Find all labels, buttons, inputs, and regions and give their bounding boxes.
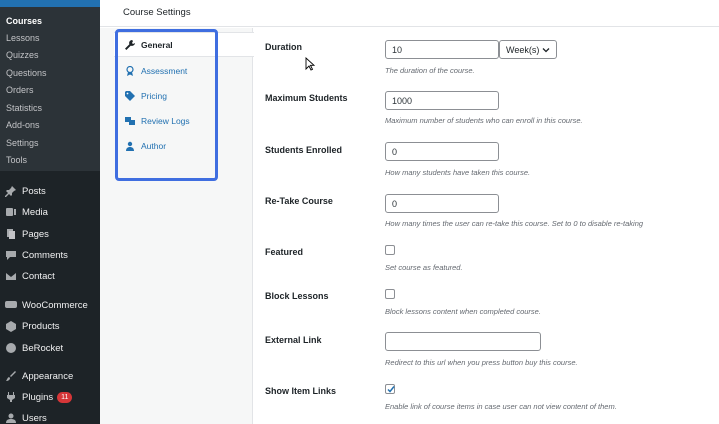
chevron-down-icon xyxy=(542,47,550,52)
menu-item-media[interactable]: Media xyxy=(0,202,100,222)
media-icon xyxy=(0,206,22,218)
duration-description: The duration of the course. xyxy=(385,66,475,75)
submenu-item-quizzes[interactable]: Quizzes xyxy=(6,50,39,60)
tab-review-logs[interactable]: Review Logs xyxy=(114,108,253,133)
retake-description: How many times the user can re-take this… xyxy=(385,219,644,228)
main-content: Course Settings General Assessment Prici… xyxy=(100,0,719,424)
wrench-icon xyxy=(124,39,135,50)
max-students-description: Maximum number of students who can enrol… xyxy=(385,116,583,125)
menu-item-appearance[interactable]: Appearance xyxy=(0,366,100,386)
admin-sidebar: Courses Lessons Quizzes Questions Orders… xyxy=(0,0,100,424)
menu-label: WooCommerce xyxy=(22,299,88,311)
show-item-links-description: Enable link of course items in case user… xyxy=(385,402,617,411)
settings-header: Course Settings xyxy=(100,0,719,27)
menu-label: Contact xyxy=(22,270,55,282)
submenu-item-tools[interactable]: Tools xyxy=(6,155,27,165)
retake-label: Re-Take Course xyxy=(265,196,333,206)
pin-icon xyxy=(0,185,22,197)
author-icon xyxy=(124,140,135,151)
plugin-icon xyxy=(0,391,22,403)
menu-label: Media xyxy=(22,206,48,218)
block-lessons-label: Block Lessons xyxy=(265,291,329,301)
tab-author[interactable]: Author xyxy=(114,133,253,158)
featured-checkbox[interactable] xyxy=(385,245,395,255)
menu-label: Posts xyxy=(22,185,46,197)
mail-icon xyxy=(0,270,22,282)
duration-unit-select[interactable]: Week(s) xyxy=(499,40,557,59)
students-enrolled-input[interactable]: 0 xyxy=(385,142,499,161)
submenu-item-orders[interactable]: Orders xyxy=(6,85,34,95)
menu-item-users[interactable]: Users xyxy=(0,408,100,424)
submenu-item-add-ons[interactable]: Add-ons xyxy=(6,120,40,130)
menu-item-woocommerce[interactable]: WooCommerce xyxy=(0,295,100,315)
submenu-item-lessons[interactable]: Lessons xyxy=(6,33,40,43)
show-item-links-checkbox[interactable] xyxy=(385,384,395,394)
tab-label: General xyxy=(141,39,173,50)
woocommerce-icon xyxy=(0,299,22,311)
comments-icon xyxy=(0,249,22,261)
tab-label: Pricing xyxy=(141,90,167,101)
duration-unit-value: Week(s) xyxy=(506,44,540,55)
menu-item-plugins[interactable]: Plugins 11 xyxy=(0,387,100,407)
submenu-item-courses[interactable]: Courses xyxy=(6,16,42,26)
block-lessons-checkbox[interactable] xyxy=(385,289,395,299)
submenu-item-questions[interactable]: Questions xyxy=(6,68,47,78)
external-link-input[interactable] xyxy=(385,332,541,351)
tab-label: Review Logs xyxy=(141,115,190,126)
menu-item-pages[interactable]: Pages xyxy=(0,224,100,244)
show-item-links-label: Show Item Links xyxy=(265,386,337,396)
tab-assessment[interactable]: Assessment xyxy=(114,58,253,83)
max-students-input[interactable]: 1000 xyxy=(385,91,499,110)
menu-label: Plugins xyxy=(22,391,54,403)
pages-icon xyxy=(0,228,22,240)
brush-icon xyxy=(0,370,22,382)
tab-pricing[interactable]: Pricing xyxy=(114,83,253,108)
award-icon xyxy=(124,65,135,76)
update-count-badge: 11 xyxy=(57,391,73,403)
menu-item-products[interactable]: Products xyxy=(0,316,100,336)
tab-general[interactable]: General xyxy=(114,32,254,57)
submenu-item-settings[interactable]: Settings xyxy=(6,138,39,148)
block-lessons-description: Block lessons content when completed cou… xyxy=(385,307,541,316)
page-title: Course Settings xyxy=(123,7,191,18)
max-students-label: Maximum Students xyxy=(265,93,348,103)
mouse-cursor-icon xyxy=(305,57,315,71)
active-menu-indicator xyxy=(0,0,100,7)
featured-label: Featured xyxy=(265,247,304,257)
menu-item-posts[interactable]: Posts xyxy=(0,181,100,201)
courses-submenu: Courses Lessons Quizzes Questions Orders… xyxy=(0,7,100,171)
tab-label: Assessment xyxy=(141,65,188,76)
menu-label: Comments xyxy=(22,249,68,261)
settings-tabs: General Assessment Pricing Review Logs A… xyxy=(100,28,254,424)
menu-label: BeRocket xyxy=(22,342,64,354)
featured-description: Set course as featured. xyxy=(385,263,463,272)
berocket-icon xyxy=(0,342,22,354)
duration-input[interactable]: 10 xyxy=(385,40,499,59)
external-link-label: External Link xyxy=(265,335,322,345)
menu-label: Appearance xyxy=(22,370,74,382)
duration-label: Duration xyxy=(265,42,302,52)
submenu-item-statistics[interactable]: Statistics xyxy=(6,103,42,113)
menu-item-berocket[interactable]: BeRocket xyxy=(0,338,100,358)
menu-item-contact[interactable]: Contact xyxy=(0,266,100,286)
checkmark-icon xyxy=(387,386,395,393)
menu-item-comments[interactable]: Comments xyxy=(0,245,100,265)
tag-icon xyxy=(124,90,135,101)
menu-label: Products xyxy=(22,320,60,332)
retake-input[interactable]: 0 xyxy=(385,194,499,213)
students-enrolled-label: Students Enrolled xyxy=(265,145,343,155)
menu-label: Pages xyxy=(22,228,49,240)
external-link-description: Redirect to this url when you press butt… xyxy=(385,358,578,367)
products-icon xyxy=(0,320,22,332)
tab-label: Author xyxy=(141,140,167,151)
users-icon xyxy=(0,412,22,424)
menu-label: Users xyxy=(22,412,47,424)
students-enrolled-description: How many students have taken this course… xyxy=(385,168,531,177)
review-icon xyxy=(124,115,135,126)
